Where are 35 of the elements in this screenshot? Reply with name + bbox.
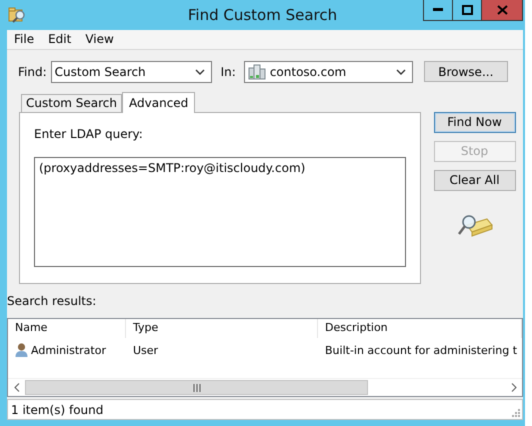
table-cell-text: Built-in account for administering t (324, 344, 518, 357)
action-button[interactable]: Clear All (434, 170, 516, 191)
find-label: Find: (18, 64, 47, 79)
maximize-icon (462, 5, 472, 15)
action-button[interactable]: Find Now (434, 112, 516, 133)
minimize-button[interactable] (423, 0, 453, 21)
user-icon (15, 342, 28, 358)
resize-grip-icon[interactable] (512, 409, 520, 417)
tab[interactable]: Custom Search (21, 94, 122, 112)
folder-search-icon (8, 7, 26, 23)
results-label: Search results: (7, 294, 98, 308)
menu-item[interactable]: File (7, 32, 42, 46)
minimize-icon (433, 8, 443, 12)
find-dropdown[interactable]: Custom Search (50, 60, 212, 83)
caret-icon (194, 68, 205, 75)
search-icon (456, 212, 492, 239)
menu-item[interactable]: Edit (41, 32, 78, 46)
menu-item[interactable]: View (78, 32, 121, 46)
in-dropdown[interactable]: contoso.com (244, 60, 413, 83)
domain-icon (248, 64, 266, 80)
window-title: Find Custom Search (186, 6, 338, 24)
query-label: Enter LDAP query: (34, 126, 144, 141)
caret-icon (396, 68, 406, 75)
table-cell: Administrator (31, 344, 106, 357)
table-cell-text: User (132, 344, 160, 357)
scrollbar-thumb[interactable] (25, 380, 368, 396)
status-text: 1 item(s) found (11, 402, 104, 417)
grip-icon (192, 384, 200, 392)
maximize-button[interactable] (453, 0, 482, 21)
in-label: In: (220, 64, 236, 79)
tab[interactable]: Advanced (122, 92, 196, 113)
close-button[interactable] (482, 0, 523, 21)
browse-button[interactable]: Browse... (424, 61, 508, 82)
close-icon (496, 5, 508, 15)
query-field[interactable]: (proxyaddresses=SMTP:roy@itiscloudy.com) (34, 156, 406, 267)
